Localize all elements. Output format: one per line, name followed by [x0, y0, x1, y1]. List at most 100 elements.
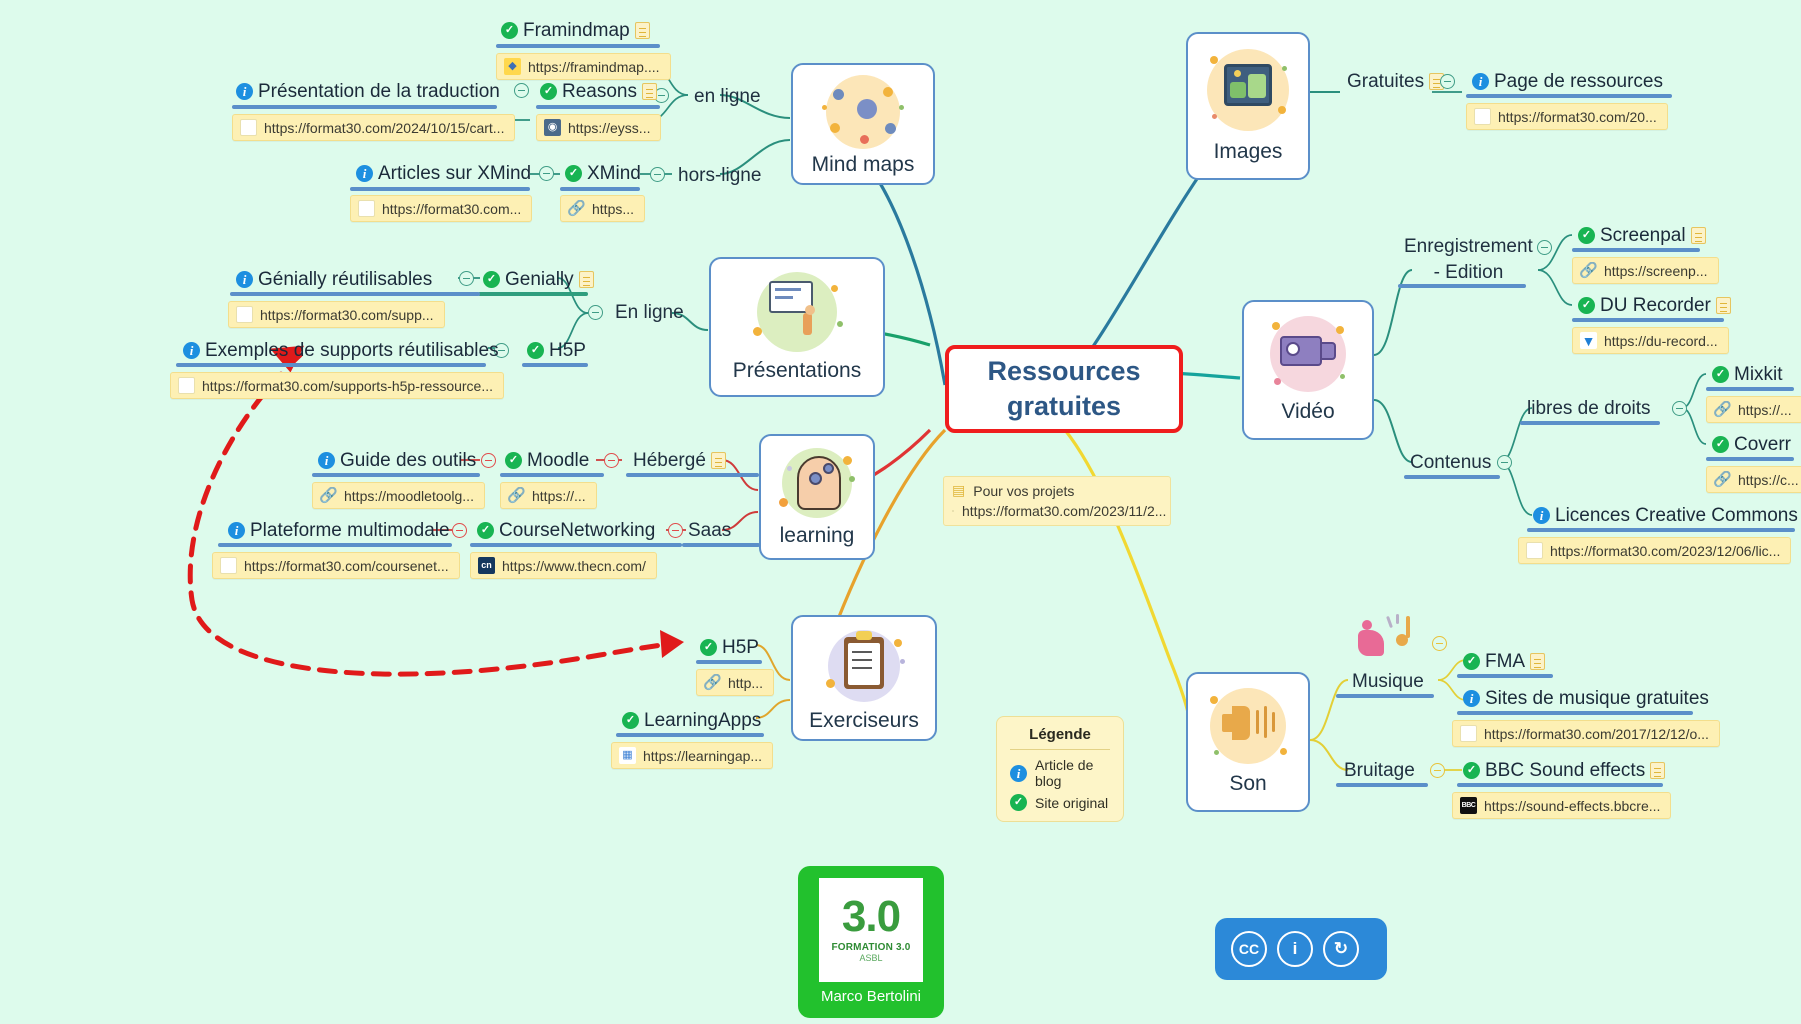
toggle-en-ligne-presentations[interactable]	[588, 305, 603, 320]
link-chip-sites-musique-gratuites[interactable]: https://format30.com/2017/12/12/o...	[1452, 720, 1720, 747]
link-chip-framindmap[interactable]: ◆ https://framindmap....	[496, 53, 671, 80]
toggle-heberge[interactable]	[604, 453, 619, 468]
toggle-hors-ligne[interactable]	[650, 167, 665, 182]
topic-fma[interactable]: ✓ FMA	[1463, 651, 1546, 673]
link-favicon: 🔗	[320, 487, 337, 504]
underline-mixkit	[1706, 387, 1794, 391]
branch-node-video[interactable]: Vidéo	[1242, 300, 1374, 440]
subtopic-hors-ligne[interactable]: hors-ligne	[678, 165, 761, 187]
link-chip-du-recorder[interactable]: ▼ https://du-record...	[1572, 327, 1729, 354]
dancer-music-icon	[1352, 612, 1432, 668]
subtopic-heberge[interactable]: Hébergé	[633, 450, 726, 472]
topic-guide-outils[interactable]: i Guide des outils	[318, 450, 476, 472]
underline-du-recorder	[1572, 318, 1724, 322]
toggle-contenus[interactable]	[1497, 455, 1512, 470]
link-chip-exemples-supports[interactable]: https://format30.com/supports-h5p-ressou…	[170, 372, 505, 399]
subtopic-libres-de-droits[interactable]: libres de droits	[1527, 398, 1651, 420]
topic-h5p-presentations[interactable]: ✓ H5P	[527, 340, 586, 362]
topic-licences-creative-commons[interactable]: i Licences Creative Commons	[1533, 505, 1798, 527]
projects-note[interactable]: ▤ Pour vos projets https://format30.com/…	[943, 476, 1171, 526]
link-chip-licences-creative-commons[interactable]: https://format30.com/2023/12/06/lic...	[1518, 537, 1792, 564]
link-chip-mixkit[interactable]: 🔗 https://...	[1706, 396, 1801, 423]
note-icon	[642, 83, 657, 101]
check-icon: ✓	[565, 165, 582, 183]
toggle-moodle[interactable]	[481, 453, 496, 468]
topic-coursenetworking[interactable]: ✓ CourseNetworking	[477, 520, 655, 542]
toggle-enregistrement[interactable]	[1537, 240, 1552, 255]
link-favicon: 🔗	[1714, 471, 1731, 488]
subtopic-musique[interactable]: Musique	[1352, 671, 1424, 693]
central-topic[interactable]: Ressources gratuites	[945, 345, 1183, 433]
link-favicon: 🔗	[704, 674, 721, 691]
topic-articles-xmind[interactable]: i Articles sur XMind	[356, 163, 531, 185]
generic-favicon	[952, 510, 954, 512]
info-icon: i	[236, 83, 253, 101]
topic-sites-musique-gratuites[interactable]: i Sites de musique gratuites	[1463, 688, 1709, 710]
branch-node-mindmaps[interactable]: Mind maps	[791, 63, 935, 185]
link-chip-xmind[interactable]: 🔗 https...	[560, 195, 646, 222]
topic-reasons[interactable]: ✓ Reasons	[540, 81, 657, 103]
toggle-xmind[interactable]	[539, 166, 554, 181]
check-icon: ✓	[527, 342, 544, 360]
branch-node-son[interactable]: Son	[1186, 672, 1310, 812]
topic-genially[interactable]: ✓ Genially	[483, 269, 594, 291]
link-chip-h5p-exerciseurs[interactable]: 🔗 http...	[696, 669, 775, 696]
subtopic-bruitage[interactable]: Bruitage	[1344, 760, 1415, 782]
link-chip-coverr[interactable]: 🔗 https://c...	[1706, 466, 1801, 493]
link-chip-presentation-traduction[interactable]: https://format30.com/2024/10/15/cart...	[232, 114, 516, 141]
topic-genially-reutilisables[interactable]: i Génially réutilisables	[236, 269, 432, 291]
toggle-musique[interactable]	[1432, 636, 1447, 651]
subtopic-contenus[interactable]: Contenus	[1410, 452, 1491, 474]
subtopic-gratuites[interactable]: Gratuites	[1347, 71, 1445, 93]
link-chip-bbc-sound-effects[interactable]: BBC https://sound-effects.bbcre...	[1452, 792, 1672, 819]
eyssette-favicon: ◉	[544, 119, 561, 136]
branch-node-exerciseurs[interactable]: Exerciseurs	[791, 615, 937, 741]
topic-coverr[interactable]: ✓ Coverr	[1712, 434, 1791, 456]
link-chip-learningapps[interactable]: ▦ https://learningap...	[611, 742, 774, 769]
topic-screenpal[interactable]: ✓ Screenpal	[1578, 225, 1706, 247]
topic-page-ressources[interactable]: i Page de ressources	[1472, 71, 1663, 93]
link-chip-moodle[interactable]: 🔗 https://...	[500, 482, 597, 509]
topic-h5p-exerciseurs[interactable]: ✓ H5P	[700, 637, 759, 659]
link-chip-screenpal[interactable]: 🔗 https://screenp...	[1572, 257, 1719, 284]
link-chip-reasons[interactable]: ◉ https://eyss...	[536, 114, 662, 141]
topic-presentation-traduction[interactable]: i Présentation de la traduction	[236, 81, 500, 103]
topic-plateforme-multimodale[interactable]: i Plateforme multimodale	[228, 520, 450, 542]
link-chip-guide-outils[interactable]: 🔗 https://moodletoolg...	[312, 482, 485, 509]
underline-enregistrement	[1398, 284, 1526, 288]
subtopic-en-ligne-presentations[interactable]: En ligne	[615, 302, 684, 324]
toggle-libres-de-droits[interactable]	[1672, 401, 1687, 416]
branch-node-images[interactable]: Images	[1186, 32, 1310, 180]
link-chip-page-ressources[interactable]: https://format30.com/20...	[1466, 103, 1668, 130]
toggle-genially[interactable]	[459, 271, 474, 286]
legend-title: Légende	[1010, 726, 1110, 750]
toggle-bruitage[interactable]	[1430, 763, 1445, 778]
projects-note-link-row[interactable]: https://format30.com/2023/11/2...	[952, 503, 1166, 519]
topic-xmind[interactable]: ✓ XMind	[565, 163, 641, 185]
subtopic-saas[interactable]: Saas	[688, 520, 731, 542]
toggle-gratuites[interactable]	[1440, 74, 1455, 89]
subtopic-enregistrement-edition[interactable]: Enregistrement - Edition	[1404, 234, 1533, 285]
branch-node-presentations[interactable]: Présentations	[709, 257, 885, 397]
check-icon: ✓	[540, 83, 557, 101]
topic-bbc-sound-effects[interactable]: ✓ BBC Sound effects	[1463, 760, 1666, 782]
topic-framindmap[interactable]: ✓ Framindmap	[501, 20, 650, 42]
legend-row-site: ✓ Site original	[1010, 794, 1110, 811]
generic-favicon	[240, 119, 257, 136]
topic-mixkit[interactable]: ✓ Mixkit	[1712, 364, 1783, 386]
check-icon: ✓	[1578, 297, 1595, 315]
link-chip-genially-reutilisables[interactable]: https://format30.com/supp...	[228, 301, 445, 328]
link-chip-coursenetworking[interactable]: cn https://www.thecn.com/	[470, 552, 657, 579]
toggle-reasons[interactable]	[514, 83, 529, 98]
link-chip-plateforme-multimodale[interactable]: https://format30.com/coursenet...	[212, 552, 460, 579]
topic-learningapps[interactable]: ✓ LearningApps	[622, 710, 761, 732]
topic-moodle[interactable]: ✓ Moodle	[505, 450, 589, 472]
topic-du-recorder[interactable]: ✓ DU Recorder	[1578, 295, 1731, 317]
branch-node-learning[interactable]: learning	[759, 434, 875, 560]
link-chip-articles-xmind[interactable]: https://format30.com...	[350, 195, 533, 222]
underline-coursenetworking	[470, 543, 682, 547]
toggle-coursenetworking[interactable]	[452, 523, 467, 538]
toggle-saas[interactable]	[668, 523, 683, 538]
topic-exemples-supports[interactable]: i Exemples de supports réutilisables	[183, 340, 499, 362]
subtopic-en-ligne[interactable]: en ligne	[694, 86, 761, 108]
